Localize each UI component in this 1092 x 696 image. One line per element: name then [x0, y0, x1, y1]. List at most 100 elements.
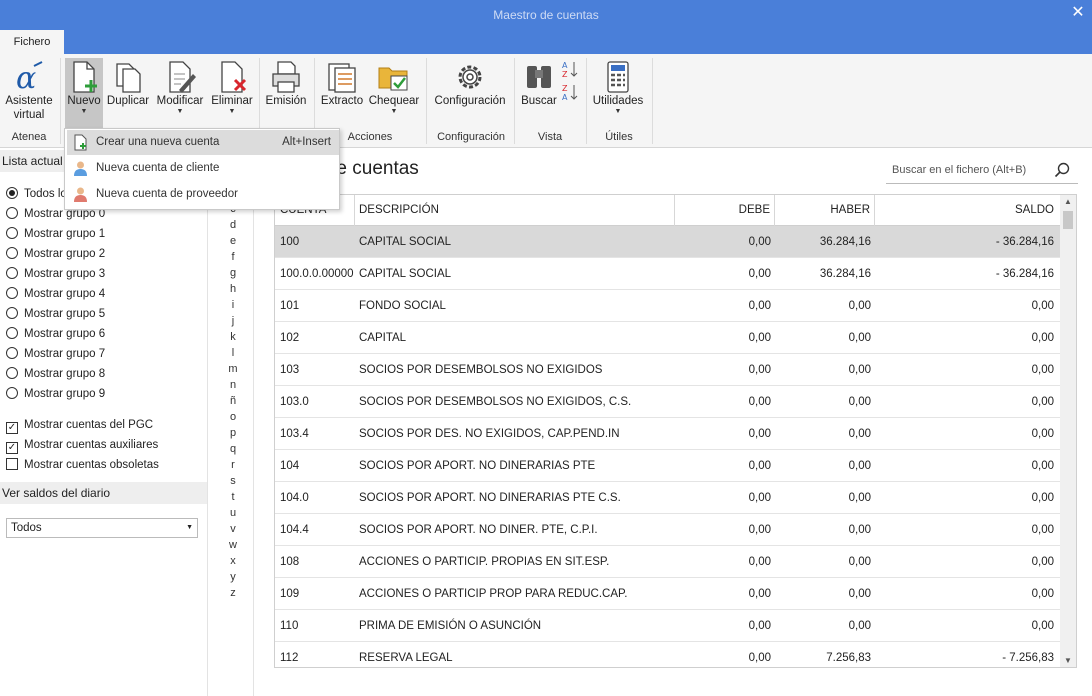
alpha-letter[interactable]: q — [227, 443, 239, 455]
menu-item-cuenta-cliente[interactable]: Nueva cuenta de cliente — [67, 156, 339, 181]
cell-saldo: 0,00 — [1031, 588, 1054, 600]
modificar-button[interactable]: Modificar ▼ — [153, 58, 207, 126]
group-vista: Vista — [537, 131, 563, 143]
search-icon[interactable] — [1054, 162, 1070, 178]
alpha-letter[interactable]: s — [227, 475, 239, 487]
radio-indicator — [6, 327, 18, 339]
alpha-letter[interactable]: j — [227, 315, 239, 327]
configuracion-button[interactable]: Configuración — [430, 58, 510, 126]
col-descripcion[interactable]: DESCRIPCIÓN — [355, 195, 675, 226]
alpha-letter[interactable]: h — [227, 283, 239, 295]
alpha-letter[interactable]: d — [227, 219, 239, 231]
scroll-thumb[interactable] — [1063, 211, 1073, 229]
table-row[interactable]: 112 RESERVA LEGAL 0,00 7.256,83 - 7.256,… — [275, 642, 1061, 667]
radio-grupo-3[interactable]: Mostrar grupo 3 — [6, 266, 105, 282]
sort-az-button[interactable]: A Z Z A — [560, 58, 580, 126]
table-row[interactable]: 102 CAPITAL 0,00 0,00 0,00 — [275, 322, 1061, 354]
table-row[interactable]: 104.4 SOCIOS POR APORT. NO DINER. PTE, C… — [275, 514, 1061, 546]
table-row[interactable]: 103.4 SOCIOS POR DES. NO EXIGIDOS, CAP.P… — [275, 418, 1061, 450]
saldos-diario-header: Ver saldos del diario — [0, 482, 207, 504]
alpha-letter[interactable]: x — [227, 555, 239, 567]
checkbox-cuentas-auxiliares[interactable]: ✓ Mostrar cuentas auxiliares — [6, 437, 158, 454]
alpha-letter[interactable]: w — [227, 539, 239, 551]
alpha-letter[interactable]: p — [227, 427, 239, 439]
table-row[interactable]: 108 ACCIONES O PARTICIP. PROPIAS EN SIT.… — [275, 546, 1061, 578]
menu-item-crear-cuenta[interactable]: Crear una nueva cuenta Alt+Insert — [67, 130, 339, 155]
radio-grupo-9[interactable]: Mostrar grupo 9 — [6, 386, 105, 402]
table-row[interactable]: 103.0 SOCIOS POR DESEMBOLSOS NO EXIGIDOS… — [275, 386, 1061, 418]
cell-haber: 0,00 — [848, 524, 871, 536]
eliminar-button[interactable]: Eliminar ▼ — [209, 58, 255, 126]
radio-grupo-2[interactable]: Mostrar grupo 2 — [6, 246, 105, 262]
alpha-letter[interactable]: r — [227, 459, 239, 471]
alpha-letter[interactable]: ñ — [227, 395, 239, 407]
group-atenea: Atenea — [11, 131, 47, 143]
duplicar-button[interactable]: Duplicar — [105, 58, 151, 126]
close-icon[interactable]: ✕ — [1064, 0, 1092, 28]
alpha-letter[interactable]: t — [227, 491, 239, 503]
emision-button[interactable]: Emisión — [263, 58, 309, 126]
accounts-grid[interactable]: CUENTA DESCRIPCIÓN DEBE HABER SALDO 100 … — [274, 194, 1077, 668]
alpha-letter[interactable]: g — [227, 267, 239, 279]
table-row[interactable]: 103 SOCIOS POR DESEMBOLSOS NO EXIGIDOS 0… — [275, 354, 1061, 386]
alpha-letter[interactable]: n — [227, 379, 239, 391]
radio-grupo-7[interactable]: Mostrar grupo 7 — [6, 346, 105, 362]
table-row[interactable]: 100 CAPITAL SOCIAL 0,00 36.284,16 - 36.2… — [275, 226, 1061, 258]
radio-indicator — [6, 347, 18, 359]
table-row[interactable]: 109 ACCIONES O PARTICIP PROP PARA REDUC.… — [275, 578, 1061, 610]
alpha-letter[interactable]: l — [227, 347, 239, 359]
group-separator — [514, 58, 515, 144]
asistente-virtual-button[interactable]: α Asistente virtual — [2, 58, 56, 126]
table-row[interactable]: 110 PRIMA DE EMISIÓN O ASUNCIÓN 0,00 0,0… — [275, 610, 1061, 642]
radio-grupo-6[interactable]: Mostrar grupo 6 — [6, 326, 105, 342]
radio-indicator — [6, 187, 18, 199]
vertical-scrollbar[interactable]: ▲ ▼ — [1060, 195, 1076, 667]
alpha-letter[interactable]: e — [227, 235, 239, 247]
group-utiles: Útiles — [605, 131, 633, 143]
radio-todos[interactable]: Todos los — [6, 186, 73, 202]
cell-haber: 0,00 — [848, 332, 871, 344]
alpha-letter[interactable]: k — [227, 331, 239, 343]
utilidades-button[interactable]: Utilidades ▼ — [590, 58, 646, 126]
radio-indicator — [6, 307, 18, 319]
window-title: Maestro de cuentas — [493, 8, 599, 22]
col-haber[interactable]: HABER — [775, 195, 875, 226]
radio-grupo-8[interactable]: Mostrar grupo 8 — [6, 366, 105, 382]
search-placeholder: Buscar en el fichero (Alt+B) — [892, 164, 1027, 176]
alpha-letter[interactable]: z — [227, 587, 239, 599]
alpha-letter[interactable]: f — [227, 251, 239, 263]
alpha-letter[interactable]: v — [227, 523, 239, 535]
shortcut-label: Alt+Insert — [282, 136, 331, 148]
radio-grupo-4[interactable]: Mostrar grupo 4 — [6, 286, 105, 302]
svg-text:Z: Z — [562, 70, 568, 79]
alpha-letter[interactable]: i — [227, 299, 239, 311]
alpha-letter[interactable]: o — [227, 411, 239, 423]
radio-grupo-5[interactable]: Mostrar grupo 5 — [6, 306, 105, 322]
supplier-user-icon — [74, 187, 87, 202]
chequear-button[interactable]: Chequear ▼ — [367, 58, 421, 126]
radio-grupo-1[interactable]: Mostrar grupo 1 — [6, 226, 105, 242]
table-row[interactable]: 104 SOCIOS POR APORT. NO DINERARIAS PTE … — [275, 450, 1061, 482]
scroll-down-icon[interactable]: ▼ — [1064, 656, 1072, 665]
table-row[interactable]: 104.0 SOCIOS POR APORT. NO DINERARIAS PT… — [275, 482, 1061, 514]
nuevo-button[interactable]: Nuevo ▼ — [65, 58, 103, 132]
checkbox-cuentas-obsoletas[interactable]: Mostrar cuentas obsoletas — [6, 457, 159, 473]
search-field[interactable]: Buscar en el fichero (Alt+B) — [886, 158, 1078, 184]
alpha-letter[interactable]: u — [227, 507, 239, 519]
extracto-button[interactable]: Extracto — [318, 58, 366, 126]
alpha-letter[interactable]: m — [227, 363, 239, 375]
cell-debe: 0,00 — [748, 556, 771, 568]
buscar-button[interactable]: Buscar — [518, 58, 560, 126]
alpha-letter[interactable]: y — [227, 571, 239, 583]
scroll-up-icon[interactable]: ▲ — [1064, 197, 1072, 206]
cell-cuenta: 110 — [280, 620, 299, 632]
table-row[interactable]: 100.0.0.00000 CAPITAL SOCIAL 0,00 36.284… — [275, 258, 1061, 290]
tab-fichero[interactable]: Fichero — [0, 30, 64, 54]
table-row[interactable]: 101 FONDO SOCIAL 0,00 0,00 0,00 — [275, 290, 1061, 322]
saldos-diario-select[interactable]: Todos ▼ — [6, 518, 198, 538]
col-saldo[interactable]: SALDO — [875, 195, 1058, 226]
col-debe[interactable]: DEBE — [675, 195, 775, 226]
checkbox-cuentas-pgc[interactable]: ✓ Mostrar cuentas del PGC — [6, 417, 153, 434]
cell-debe: 0,00 — [748, 396, 771, 408]
menu-item-cuenta-proveedor[interactable]: Nueva cuenta de proveedor — [67, 182, 339, 207]
